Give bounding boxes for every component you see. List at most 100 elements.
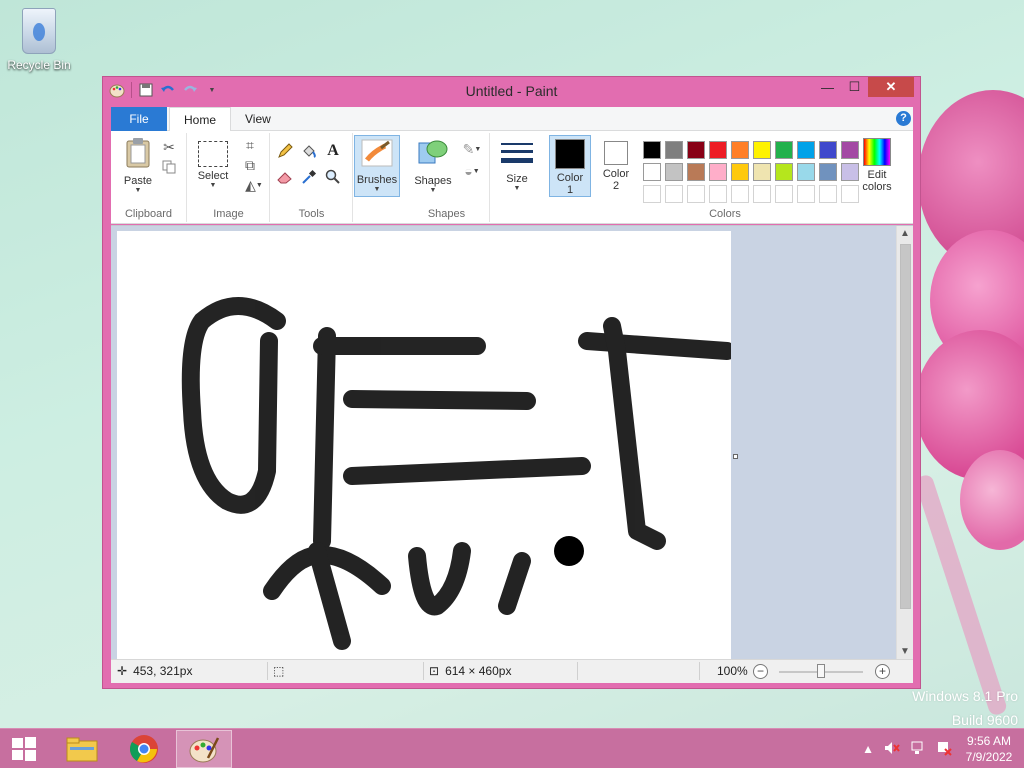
color-swatch[interactable] <box>687 163 705 181</box>
start-button[interactable] <box>0 730 48 768</box>
show-hidden-icons-icon[interactable]: ▲ <box>862 742 874 756</box>
custom-color-slot[interactable] <box>819 185 837 203</box>
brushes-group: Brushes ▼ <box>354 133 402 222</box>
select-button[interactable]: Select ▼ <box>192 137 234 189</box>
canvas-resize-handle[interactable] <box>733 454 738 459</box>
status-divider <box>267 662 268 680</box>
color-swatch[interactable] <box>709 163 727 181</box>
help-icon[interactable]: ? <box>896 111 911 126</box>
folder-icon <box>66 737 98 762</box>
volume-muted-icon[interactable] <box>884 740 900 759</box>
color-swatch[interactable] <box>731 163 749 181</box>
rotate-icon[interactable]: ◭ ▼ <box>242 177 266 193</box>
cut-icon[interactable]: ✂ <box>161 139 177 155</box>
custom-color-slot[interactable] <box>709 185 727 203</box>
custom-color-slot[interactable] <box>731 185 749 203</box>
color-swatch[interactable] <box>819 141 837 159</box>
recycle-bin-desktop-icon[interactable]: Recycle Bin <box>6 6 72 72</box>
color2-button[interactable]: Color 2 <box>595 135 637 192</box>
vertical-scrollbar[interactable]: ▲ ▼ <box>896 226 913 660</box>
color-swatch[interactable] <box>643 141 661 159</box>
color-picker-icon[interactable] <box>301 169 317 185</box>
file-explorer-button[interactable] <box>54 730 110 768</box>
eraser-icon[interactable] <box>277 169 293 185</box>
color-swatch[interactable] <box>665 163 683 181</box>
color-swatch[interactable] <box>819 163 837 181</box>
custom-color-slot[interactable] <box>643 185 661 203</box>
scroll-up-icon[interactable]: ▲ <box>897 226 913 242</box>
tools-group: A Tools <box>271 133 353 222</box>
outline-icon[interactable]: ✎ ▼ <box>460 141 484 157</box>
fill-shape-icon[interactable]: ◒ ▼ <box>460 163 484 179</box>
brushes-button[interactable]: Brushes ▼ <box>354 135 400 197</box>
paste-label: Paste <box>123 175 153 187</box>
color1-button[interactable]: Color 1 <box>549 135 591 197</box>
color-swatch[interactable] <box>687 141 705 159</box>
copy-icon[interactable] <box>161 159 177 175</box>
resize-icon[interactable]: ⧉ <box>242 157 258 173</box>
paint-taskbar-button[interactable] <box>176 730 232 768</box>
minimize-button[interactable]: — <box>814 77 841 97</box>
size-dropdown-icon: ▼ <box>513 185 521 192</box>
window-title: Untitled - Paint <box>465 83 558 99</box>
windows-logo-icon <box>12 737 36 761</box>
select-label: Select <box>197 170 229 182</box>
action-center-icon[interactable] <box>936 740 952 759</box>
color-swatch[interactable] <box>665 141 683 159</box>
chrome-icon <box>130 735 158 763</box>
pencil-icon[interactable] <box>277 143 293 159</box>
color-swatch[interactable] <box>775 141 793 159</box>
clock[interactable]: 9:56 AM 7/9/2022 <box>962 733 1016 765</box>
color-swatch[interactable] <box>797 163 815 181</box>
color-swatch[interactable] <box>775 163 793 181</box>
network-icon[interactable] <box>910 740 926 759</box>
color-swatch[interactable] <box>731 141 749 159</box>
color1-number: 1 <box>566 184 574 196</box>
canvas-size-icon: ⊡ <box>429 664 440 678</box>
canvas-workspace: ▲ ▼ <box>111 225 913 660</box>
colors-group-label: Colors <box>709 208 741 220</box>
chrome-button[interactable] <box>116 730 172 768</box>
custom-color-slot[interactable] <box>753 185 771 203</box>
size-button[interactable]: Size ▼ <box>497 137 537 192</box>
scroll-down-icon[interactable]: ▼ <box>897 644 913 660</box>
color-swatch[interactable] <box>643 163 661 181</box>
zoom-slider-thumb[interactable] <box>817 664 825 678</box>
tools-group-label: Tools <box>298 208 325 220</box>
shapes-button[interactable]: Shapes ▼ <box>412 137 454 194</box>
clipboard-group-label: Clipboard <box>124 208 173 220</box>
custom-color-slot[interactable] <box>775 185 793 203</box>
custom-color-slot[interactable] <box>665 185 683 203</box>
magnifier-icon[interactable] <box>325 169 341 185</box>
shapes-icon <box>412 137 454 172</box>
clock-date: 7/9/2022 <box>965 750 1013 764</box>
fill-icon[interactable] <box>301 143 317 159</box>
edit-colors-button[interactable]: Edit colors <box>855 135 899 193</box>
scroll-thumb[interactable] <box>900 244 911 609</box>
close-button[interactable]: ✕ <box>868 77 914 97</box>
color-swatch[interactable] <box>753 141 771 159</box>
color-swatch[interactable] <box>709 141 727 159</box>
tab-file[interactable]: File <box>111 107 167 131</box>
canvas-size-value: 614 × 460px <box>445 664 512 678</box>
tab-home[interactable]: Home <box>169 107 232 132</box>
custom-color-slot[interactable] <box>797 185 815 203</box>
color-swatch[interactable] <box>753 163 771 181</box>
crop-icon[interactable]: ⌗ <box>242 137 258 153</box>
shapes-label: Shapes <box>414 175 452 187</box>
title-bar[interactable]: ▼ Untitled - Paint — ☐ ✕ <box>103 77 920 105</box>
tab-view[interactable]: View <box>231 107 285 131</box>
windows-watermark: Windows 8.1 Pro Build 9600 <box>912 684 1018 732</box>
zoom-out-button[interactable]: − <box>753 664 768 679</box>
paint-palette-icon <box>189 737 220 763</box>
zoom-in-button[interactable]: + <box>875 664 890 679</box>
edit-colors-icon <box>863 138 891 166</box>
text-tool-icon[interactable]: A <box>325 142 341 159</box>
maximize-button[interactable]: ☐ <box>841 77 868 97</box>
drawing-canvas[interactable] <box>117 231 731 659</box>
taskbar: ▲ 9:56 AM 7/9/2022 <box>0 728 1024 768</box>
color-swatch[interactable] <box>797 141 815 159</box>
custom-color-slot[interactable] <box>687 185 705 203</box>
status-divider <box>577 662 578 680</box>
paste-button[interactable]: Paste ▼ <box>119 137 157 194</box>
